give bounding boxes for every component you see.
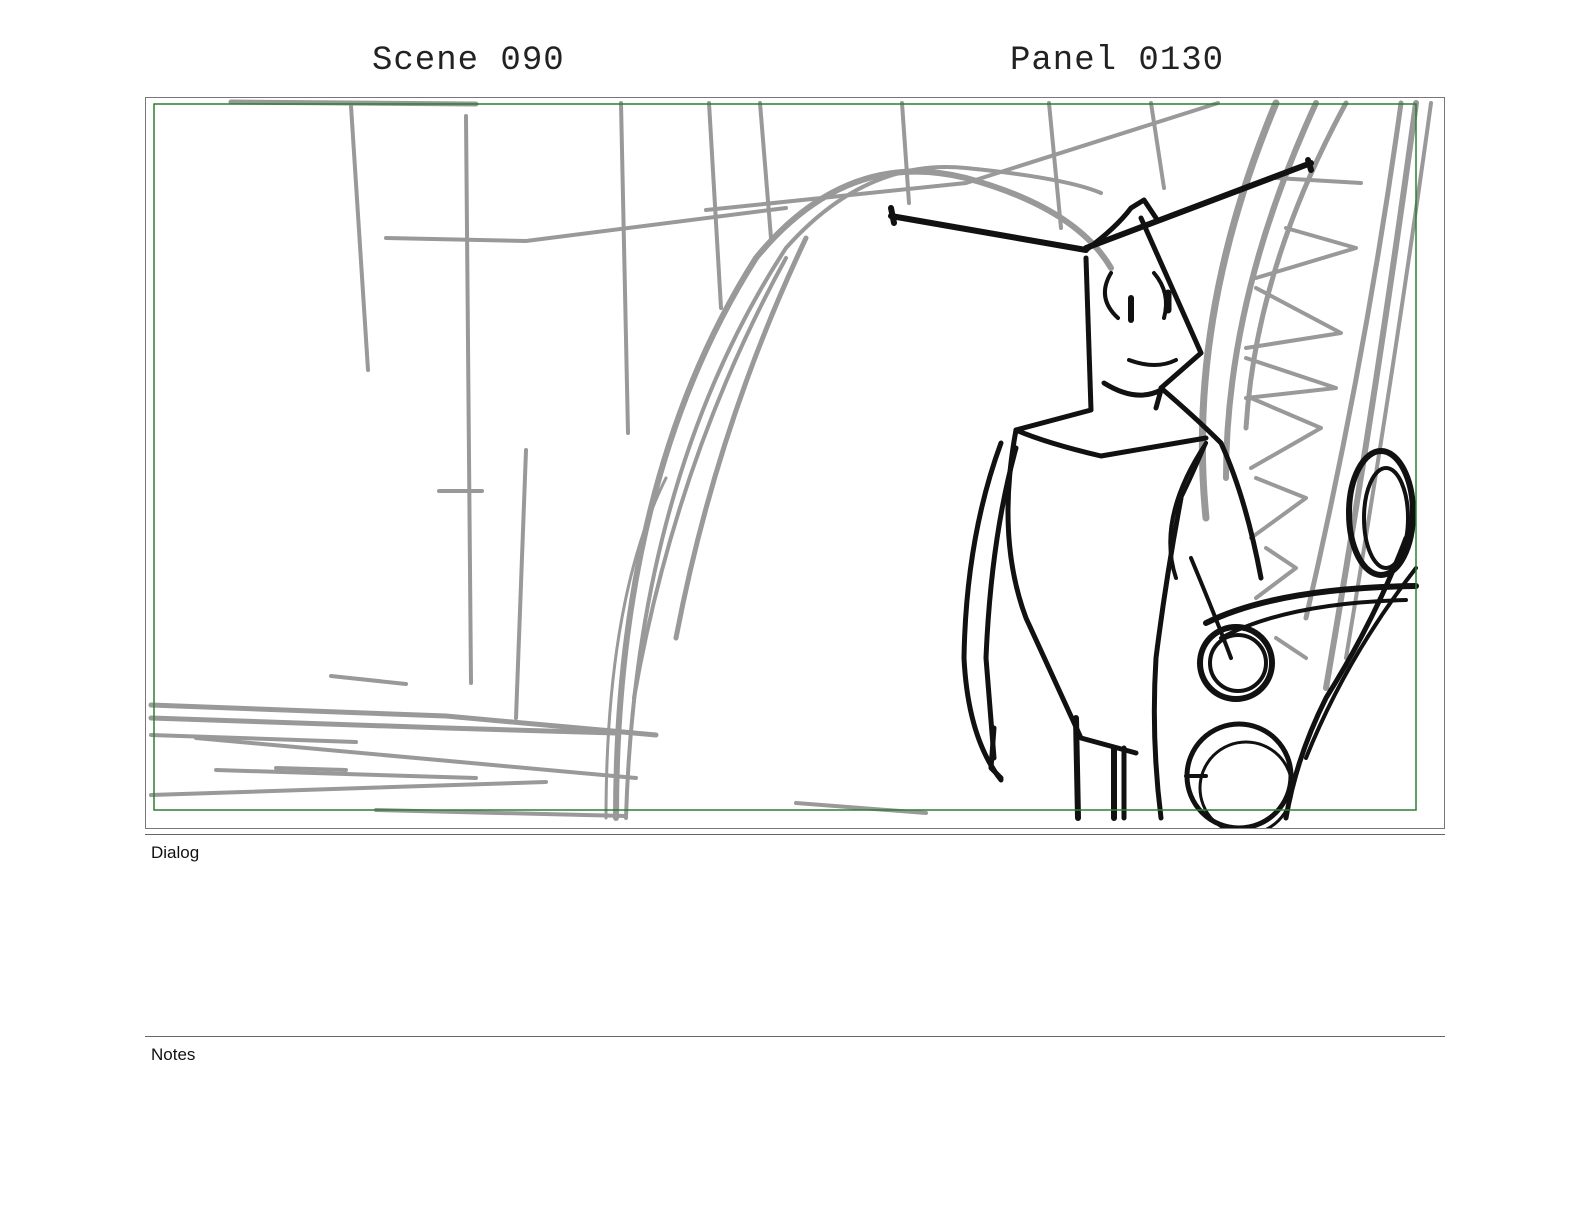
panel-number: Panel 0130 bbox=[1010, 42, 1225, 80]
dialog-text bbox=[151, 870, 1441, 1030]
character-sketch bbox=[888, 157, 1419, 828]
background-sketch bbox=[148, 99, 1433, 821]
notes-divider bbox=[145, 1036, 1445, 1037]
notes-heading: Notes bbox=[151, 1045, 196, 1064]
dialog-heading: Dialog bbox=[151, 843, 200, 862]
panel-sketch bbox=[148, 99, 1433, 828]
dialog-divider bbox=[145, 834, 1445, 835]
scene-number: Scene 090 bbox=[372, 42, 565, 80]
notes-text bbox=[151, 1072, 1441, 1212]
storyboard-panel bbox=[145, 97, 1445, 829]
